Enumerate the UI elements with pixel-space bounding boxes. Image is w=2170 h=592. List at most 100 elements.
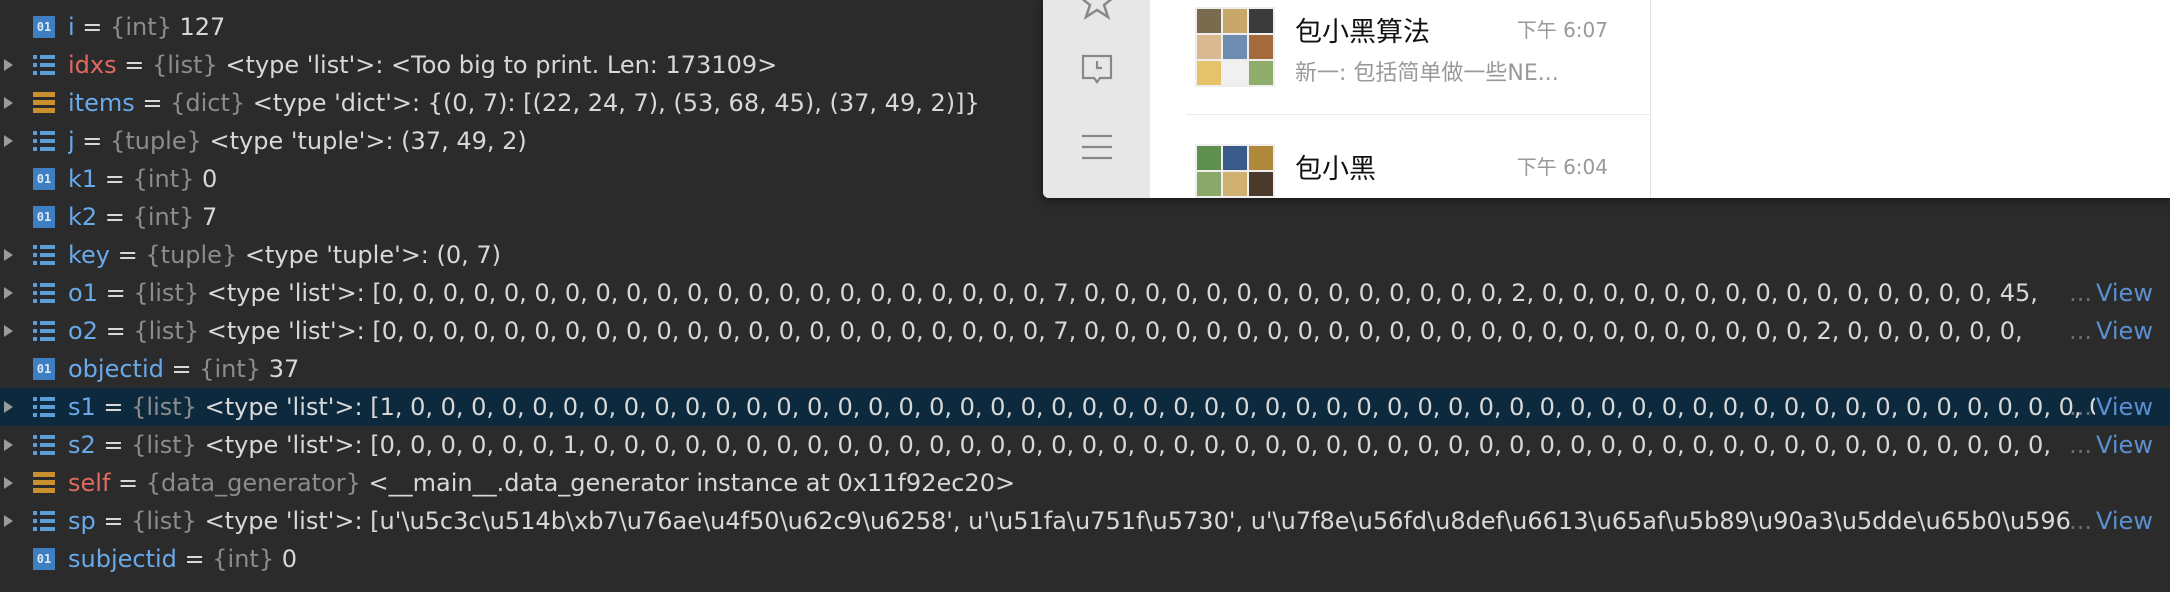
equals-sign: = <box>97 317 134 345</box>
int-icon: 01 <box>33 206 55 228</box>
ellipsis: ... <box>2069 279 2092 307</box>
variable-text: k2 = {int} 7 <box>68 198 2095 236</box>
variable-text: key = {tuple} <type 'tuple'>: (0, 7) <box>68 236 2095 274</box>
variable-value: <type 'dict'>: {(0, 7): [(22, 24, 7), (5… <box>252 89 980 117</box>
expand-arrow-icon[interactable] <box>4 515 13 527</box>
variable-type: {tuple} <box>110 127 202 155</box>
variable-row-o1[interactable]: o1 = {list} <type 'list'>: [0, 0, 0, 0, … <box>0 274 2170 312</box>
variable-row-key[interactable]: key = {tuple} <type 'tuple'>: (0, 7) <box>0 236 2170 274</box>
variable-name: k1 <box>68 165 98 193</box>
ellipsis: ... <box>2069 431 2092 459</box>
view-link[interactable]: View <box>2096 426 2170 464</box>
variable-row-objectid[interactable]: 01 objectid = {int} 37 <box>0 350 2170 388</box>
view-link[interactable]: View <box>2096 502 2170 540</box>
variable-row-subjectid[interactable]: 01 subjectid = {int} 0 <box>0 540 2170 578</box>
variable-text: objectid = {int} 37 <box>68 350 2095 388</box>
equals-sign: = <box>74 127 111 155</box>
list-icon <box>33 244 55 266</box>
expand-arrow-icon[interactable] <box>4 249 13 261</box>
dict-icon <box>33 92 55 114</box>
chat-time: 下午 6:04 <box>1516 155 1608 179</box>
variable-row-self[interactable]: self = {data_generator} <__main__.data_g… <box>0 464 2170 502</box>
equals-sign: = <box>116 51 152 79</box>
variable-type: {list} <box>133 317 200 345</box>
ellipsis: ... <box>2069 317 2092 345</box>
expand-arrow-icon[interactable] <box>4 59 13 71</box>
variable-name: items <box>68 89 135 117</box>
group-avatar <box>1195 7 1275 87</box>
int-icon: 01 <box>33 16 55 38</box>
variable-value: <type 'list'>: <Too big to print. Len: 1… <box>225 51 778 79</box>
list-icon <box>33 282 55 304</box>
variable-value: <type 'list'>: [u'\u5c3c\u514b\xb7\u76ae… <box>204 507 2071 535</box>
list-icon <box>33 54 55 76</box>
menu-icon[interactable] <box>1078 128 1116 166</box>
expand-arrow-icon[interactable] <box>4 477 13 489</box>
variable-value: <type 'list'>: [0, 0, 0, 0, 0, 0, 0, 0, … <box>206 279 2038 307</box>
ellipsis: ... <box>2069 393 2092 421</box>
expand-arrow-icon[interactable] <box>4 97 13 109</box>
variable-type: {int} <box>212 545 275 573</box>
chat-name: 包小黑 <box>1295 154 1376 185</box>
group-avatar <box>1195 144 1275 198</box>
star-icon[interactable] <box>1078 0 1116 20</box>
chat-time: 下午 6:07 <box>1516 18 1608 42</box>
view-link[interactable]: View <box>2096 388 2170 426</box>
view-link[interactable]: View <box>2096 274 2170 312</box>
equals-sign: = <box>97 203 133 231</box>
variable-text: self = {data_generator} <__main__.data_g… <box>68 464 2095 502</box>
dict-icon <box>33 472 55 494</box>
variable-row-sp[interactable]: sp = {list} <type 'list'>: [u'\u5c3c\u51… <box>0 502 2170 540</box>
equals-sign: = <box>95 393 132 421</box>
equals-sign: = <box>110 241 146 269</box>
variable-text: o2 = {list} <type 'list'>: [0, 0, 0, 0, … <box>68 312 2095 350</box>
variable-row-o2[interactable]: o2 = {list} <type 'list'>: [0, 0, 0, 0, … <box>0 312 2170 350</box>
variable-type: {dict} <box>170 89 246 117</box>
variable-row-k2[interactable]: 01 k2 = {int} 7 <box>0 198 2170 236</box>
chat-sidebar <box>1043 0 1150 198</box>
equals-sign: = <box>163 355 200 383</box>
variable-name: subjectid <box>68 545 177 573</box>
chat-name: 包小黑算法 <box>1295 17 1430 48</box>
expand-arrow-icon[interactable] <box>4 135 13 147</box>
variable-value: <type 'tuple'>: (37, 49, 2) <box>209 127 527 155</box>
variable-type: {list} <box>131 393 197 421</box>
variable-name: s1 <box>68 393 96 421</box>
variable-row-s1[interactable]: s1 = {list} <type 'list'>: [1, 0, 0, 0, … <box>0 388 2170 426</box>
chat-item[interactable]: 包小黑 下午 6:04 <box>1150 137 1650 198</box>
variable-type: {list} <box>131 431 197 459</box>
view-link[interactable]: View <box>2096 312 2170 350</box>
clock-chat-icon[interactable] <box>1078 50 1116 88</box>
variable-type: {data_generator} <box>145 469 361 497</box>
variable-value: 0 <box>202 165 218 193</box>
variable-type: {list} <box>131 507 197 535</box>
variable-type: {list} <box>133 279 200 307</box>
list-icon <box>33 130 55 152</box>
list-icon <box>33 396 55 418</box>
variable-row-s2[interactable]: s2 = {list} <type 'list'>: [0, 0, 0, 0, … <box>0 426 2170 464</box>
expand-arrow-icon[interactable] <box>4 287 13 299</box>
equals-sign: = <box>97 165 133 193</box>
variable-name: objectid <box>68 355 164 383</box>
variable-type: {int} <box>132 165 195 193</box>
equals-sign: = <box>95 431 132 459</box>
variable-name: sp <box>68 507 96 535</box>
expand-arrow-icon[interactable] <box>4 401 13 413</box>
variable-name: idxs <box>68 51 117 79</box>
variable-name: self <box>68 469 111 497</box>
chat-item[interactable]: 包小黑算法 下午 6:07 新一: 包括简单做一些NE... <box>1150 0 1650 136</box>
variable-value: 127 <box>179 13 226 41</box>
int-icon: 01 <box>33 168 55 190</box>
int-icon: 01 <box>33 548 55 570</box>
list-icon <box>33 320 55 342</box>
expand-arrow-icon[interactable] <box>4 325 13 337</box>
equals-sign: = <box>176 545 213 573</box>
expand-arrow-icon[interactable] <box>4 439 13 451</box>
